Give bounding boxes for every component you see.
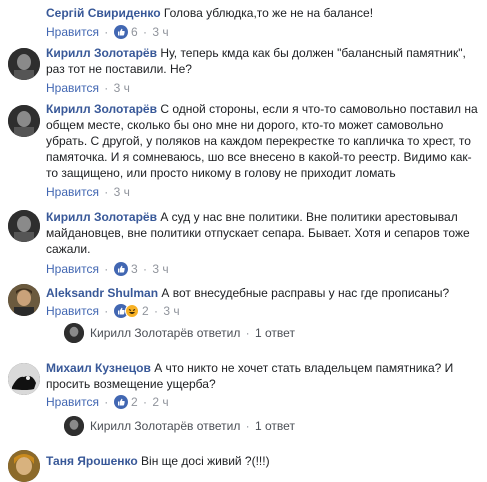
timestamp[interactable]: 3 ч [114,81,130,95]
comment-author[interactable]: Таня Ярошенко [46,454,138,468]
reaction-count[interactable]: 3 [131,262,138,276]
like-button[interactable]: Нравится [46,304,99,318]
view-replies[interactable]: Кирилл Золотарёв ответил · 1 ответ [64,323,295,344]
like-button[interactable]: Нравится [46,262,99,276]
comment-actions: Нравится · 3 · 3 ч [46,261,169,277]
timestamp[interactable]: 3 ч [114,185,130,199]
reply-count[interactable]: 1 ответ [255,326,295,340]
like-button[interactable]: Нравится [46,395,99,409]
reaction-count[interactable]: 2 [142,304,149,318]
like-icon[interactable] [113,261,128,276]
like-button[interactable]: Нравится [46,81,99,95]
reply-author[interactable]: Кирилл Золотарёв ответил [90,326,240,340]
separator-dot: · [104,262,109,276]
avatar[interactable] [8,210,40,242]
comment-author[interactable]: Кирилл Золотарёв [46,102,157,116]
comment-author[interactable]: Сергій Свириденко [46,6,161,20]
comment-text: А вот внесудебные расправы у нас где про… [161,286,450,300]
timestamp[interactable]: 3 ч [152,262,168,276]
timestamp[interactable]: 3 ч [152,25,168,39]
separator-dot: · [245,326,250,341]
separator-dot: · [245,419,250,434]
avatar [64,416,84,436]
reply-count[interactable]: 1 ответ [255,419,295,433]
comment-body: Таня Ярошенко Він ще досі живий ?(!!!) [46,453,479,469]
avatar-photo [64,416,84,436]
avatar-photo [8,48,40,80]
separator-dot: · [104,81,109,95]
comment-actions: Нравится · 6 · 3 ч [46,24,169,40]
comment-body: Кирилл Золотарёв С одной стороны, если я… [46,101,479,181]
comment-author[interactable]: Кирилл Золотарёв [46,46,157,60]
comment-author[interactable]: Aleksandr Shulman [46,286,158,300]
separator-dot: · [143,395,148,409]
separator-dot: · [104,395,109,409]
comment-body: Михаил Кузнецов А что никто не хочет ста… [46,360,479,392]
avatar[interactable] [8,48,40,80]
avatar-photo [8,284,40,316]
reply-author[interactable]: Кирилл Золотарёв ответил [90,419,240,433]
avatar-photo [8,210,40,242]
separator-dot: · [104,304,109,318]
comment-text: Голова ублюдка,то же не на балансе! [163,6,374,20]
separator-dot: · [104,185,109,199]
avatar-photo [64,323,84,343]
comment-author[interactable]: Кирилл Золотарёв [46,210,157,224]
separator-dot: · [143,25,148,39]
separator-dot: · [104,25,109,39]
reaction-count[interactable]: 2 [131,395,138,409]
comment-actions: Нравится · 3 ч [46,184,130,200]
comment-actions: Нравится · 2 · 2 ч [46,394,169,410]
comment-actions: Нравится · 2 · 3 ч [46,303,180,319]
timestamp[interactable]: 3 ч [163,304,179,318]
like-button[interactable]: Нравится [46,25,99,39]
haha-icon[interactable] [124,303,139,318]
view-replies[interactable]: Кирилл Золотарёв ответил · 1 ответ [64,416,295,437]
comment-body: Кирилл Золотарёв А суд у нас вне политик… [46,209,479,257]
separator-dot: · [143,262,148,276]
comment-body: Сергій Свириденко Голова ублюдка,то же н… [46,5,479,21]
comment-actions: Нравится · 3 ч [46,80,130,96]
comment-body: Aleksandr Shulman А вот внесудебные расп… [46,285,479,301]
reaction-count[interactable]: 6 [131,25,138,39]
like-icon[interactable] [113,24,128,39]
avatar-photo [8,105,40,137]
avatar[interactable] [8,363,40,395]
avatar[interactable] [8,284,40,316]
avatar[interactable] [8,105,40,137]
like-button[interactable]: Нравится [46,185,99,199]
avatar-photo [8,450,40,482]
comment-text: Він ще досі живий ?(!!!) [141,454,270,468]
comment-author[interactable]: Михаил Кузнецов [46,361,151,375]
comment-body: Кирилл Золотарёв Ну, теперь кмда как бы … [46,45,479,77]
separator-dot: · [154,304,159,318]
timestamp[interactable]: 2 ч [152,395,168,409]
avatar-photo [8,363,40,395]
avatar [64,323,84,343]
avatar[interactable] [8,450,40,482]
like-icon[interactable] [113,394,128,409]
